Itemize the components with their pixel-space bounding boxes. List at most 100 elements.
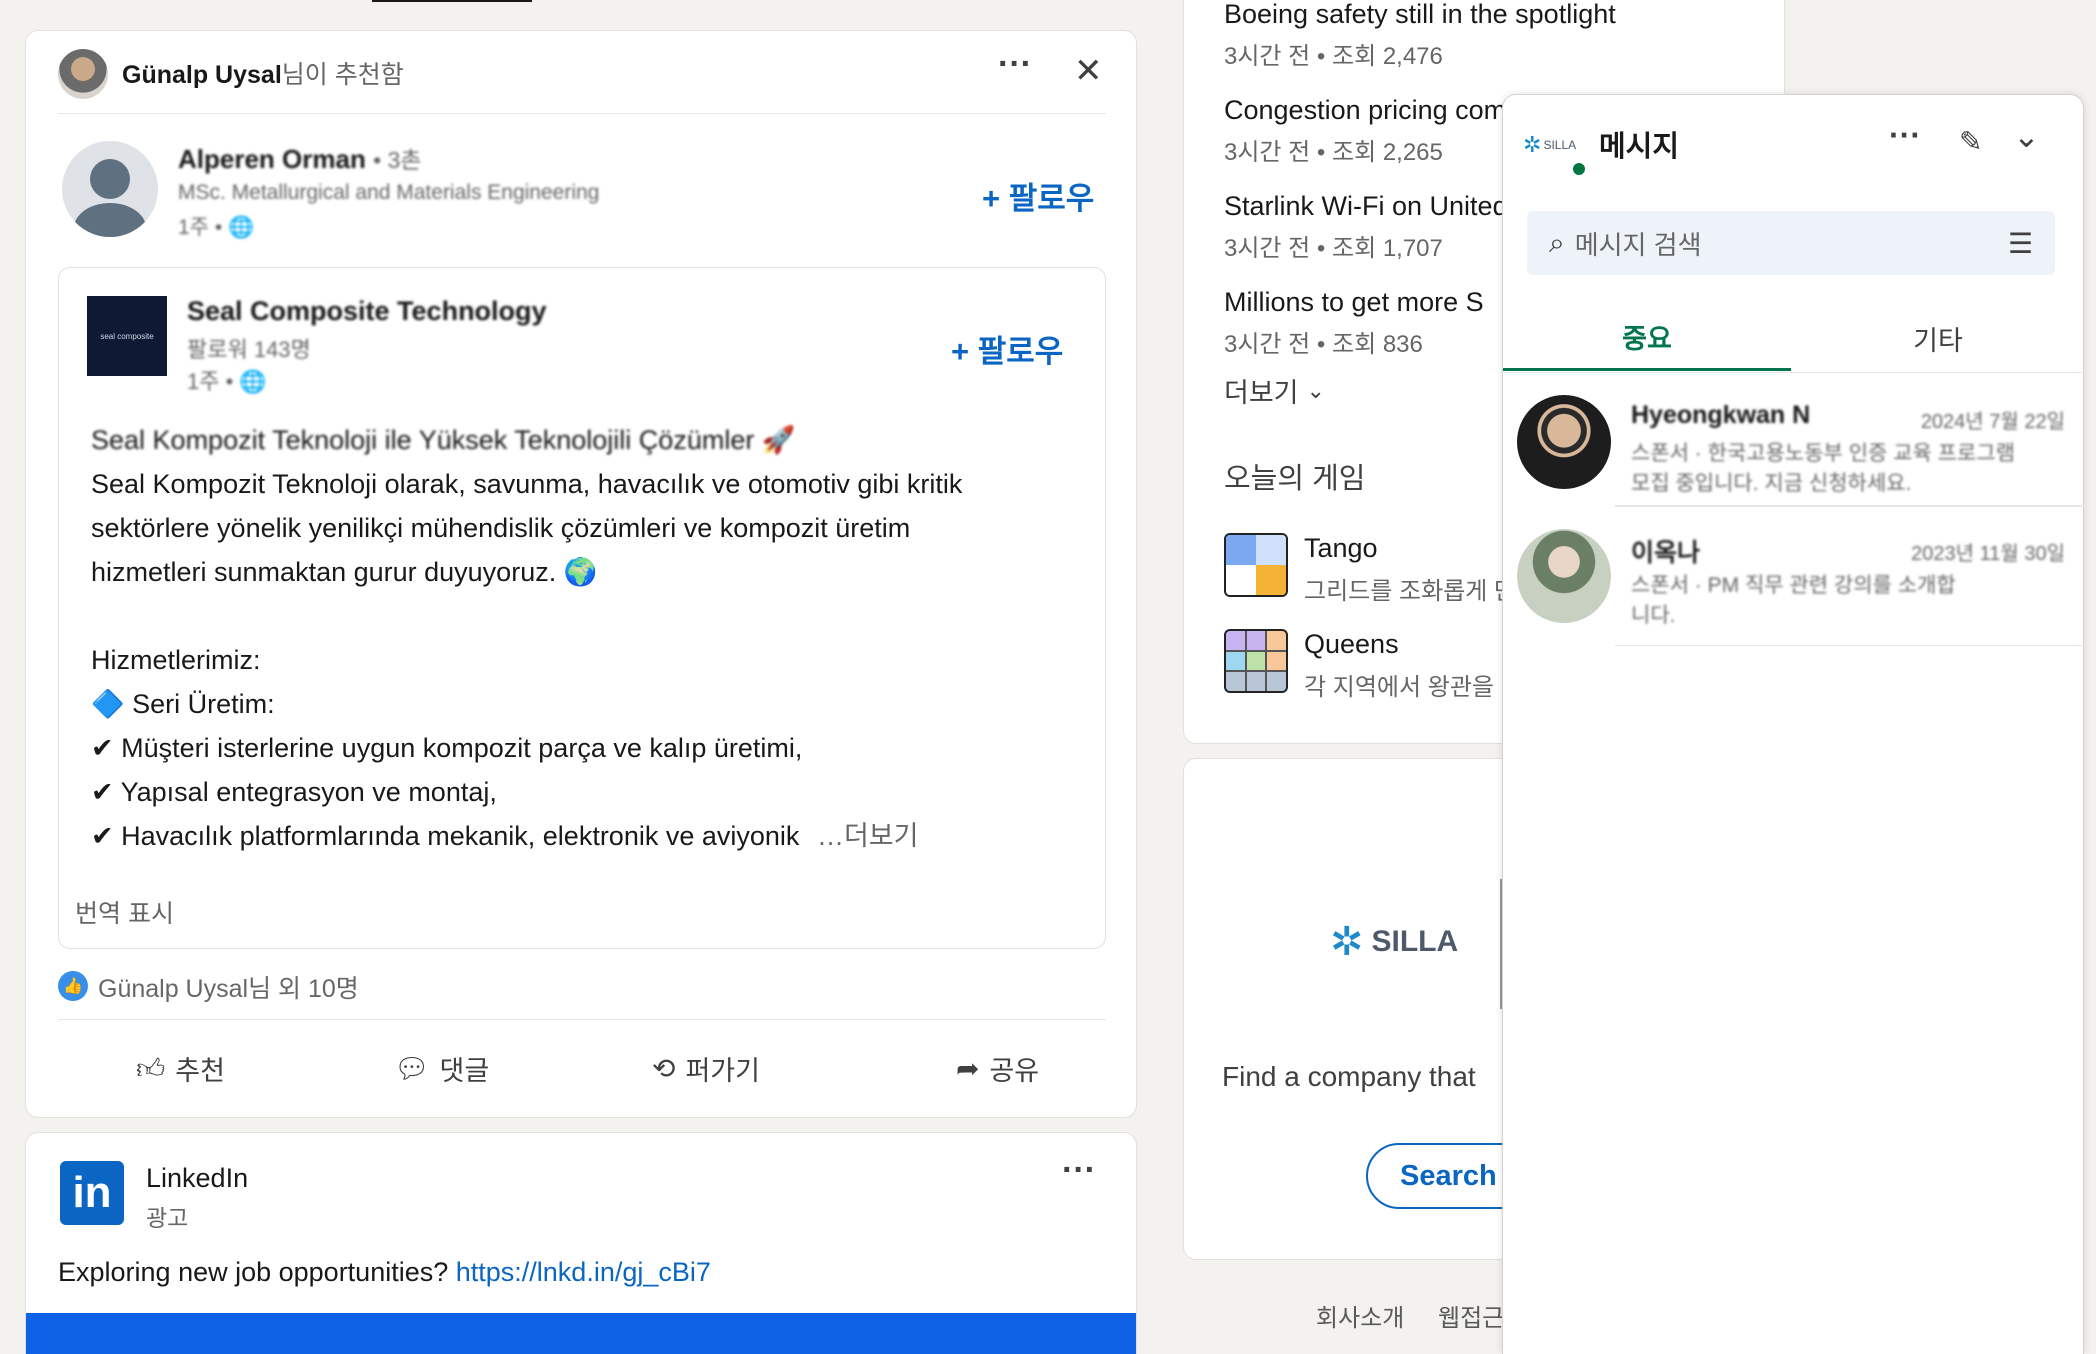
like-reaction-icon: 👍 [58, 971, 88, 1001]
company-name[interactable]: Seal Composite Technology [187, 296, 547, 327]
search-icon: ⌕ [1549, 226, 1565, 258]
compose-icon[interactable]: ✎ [1959, 125, 1982, 158]
game-name: Queens [1304, 629, 1399, 659]
repost-button[interactable]: ⟲ 퍼가기 [652, 1049, 760, 1088]
more-options-icon[interactable]: ··· [1062, 1151, 1096, 1190]
post-line: ✔ Müşteri isterlerine uygun kompozit par… [91, 733, 803, 763]
follow-author-button[interactable]: + 팔로우 [982, 173, 1094, 218]
like-label: 추천 [175, 1056, 225, 1086]
more-options-icon[interactable]: ··· [998, 45, 1032, 84]
conversation-date: 2023년 11월 30일 [1911, 543, 2065, 565]
post-line: Seal Kompozit Teknoloji ile Yüksek Tekno… [91, 425, 796, 455]
shared-post: seal composite Seal Composite Technology… [58, 267, 1106, 949]
thumbs-up-icon: 👍︎ [136, 1052, 166, 1084]
games-title: 오늘의 게임 [1224, 463, 1366, 495]
conversation-preview: 스폰서 · 한국고용노동부 인증 교육 프로그램 [1631, 442, 2015, 465]
conversation-name: Hyeongkwan N [1631, 401, 1811, 429]
company-logo-text: seal composite [100, 331, 154, 341]
conversation-preview: 니다. [1631, 604, 1676, 627]
conversation-preview: 스폰서 · PM 직무 관련 강의를 소개합 [1631, 574, 1956, 597]
post-line: ✔ Yapısal entegrasyon ve montaj, [91, 777, 497, 807]
see-more-link[interactable]: …더보기 [817, 821, 919, 851]
feed-post-card: Günalp Uysal님이 추천함 ··· ✕ Alperen Orman •… [25, 30, 1137, 1118]
message-search-input[interactable]: ⌕ 메시지 검색 ☰ [1527, 211, 2055, 275]
promo-logo-text: SILLA [1371, 925, 1459, 958]
tab-other[interactable]: 기타 [1791, 305, 2085, 371]
conversation-preview: 모집 중입니다. 지금 신청하세요. [1631, 472, 1912, 495]
tango-icon [1224, 533, 1288, 597]
repost-icon: ⟲ [652, 1053, 676, 1084]
game-desc: 각 지역에서 왕관을 [1304, 674, 1494, 701]
conversation-date: 2024년 7월 22일 [1920, 411, 2065, 433]
comment-button[interactable]: 💬︎ 댓글 [394, 1049, 489, 1088]
conversation-item[interactable]: 이옥나 2023년 11월 30일 스폰서 · PM 직무 관련 강의를 소개합… [1503, 509, 2085, 633]
close-icon[interactable]: ✕ [1074, 51, 1103, 91]
share-button[interactable]: ➦ 공유 [956, 1049, 1039, 1088]
news-more-label: 더보기 [1224, 378, 1299, 408]
promo-search-label: Search [1400, 1159, 1497, 1192]
author-name[interactable]: Alperen Orman [178, 144, 366, 174]
news-title: Boeing safety still in the spotlight [1224, 0, 1616, 29]
divider [58, 113, 1106, 114]
post-line [91, 594, 1081, 638]
tab-focused[interactable]: 중요 [1503, 305, 1791, 371]
repost-label: 퍼가기 [685, 1056, 760, 1086]
share-icon: ➦ [956, 1053, 980, 1084]
author-degree: • 3촌 [373, 147, 422, 173]
comment-label: 댓글 [439, 1056, 490, 1086]
author-headline: MSc. Metallurgical and Materials Enginee… [178, 181, 600, 204]
footer-about-link[interactable]: 회사소개 [1316, 1298, 1404, 1333]
recommendation-line: Günalp Uysal님이 추천함 [122, 55, 404, 91]
divider [58, 1019, 1106, 1020]
chevron-down-icon: ⌄ [1306, 377, 1325, 403]
messaging-avatar[interactable]: ✲ SILLA [1523, 125, 1587, 165]
recommender-avatar[interactable] [58, 49, 108, 99]
follow-company-button[interactable]: + 팔로우 [951, 326, 1063, 371]
recommender-name[interactable]: Günalp Uysal [122, 61, 282, 89]
tab-indicator [372, 0, 532, 2]
promo-logo[interactable]: ✲ SILLA [1330, 919, 1458, 965]
tab-focused-label: 중요 [1622, 324, 1672, 354]
tab-other-label: 기타 [1913, 325, 1963, 356]
linkedin-logo[interactable]: in [60, 1161, 124, 1225]
messaging-title[interactable]: 메시지 [1599, 123, 1679, 165]
news-meta: 3시간 전 • 조회 2,476 [1224, 43, 1443, 70]
news-more-button[interactable]: 더보기 ⌄ [1224, 371, 1325, 410]
like-button[interactable]: 👍︎ 추천 [136, 1049, 225, 1088]
silla-logo-icon: ✲ [1523, 132, 1542, 157]
ad-text: Exploring new job opportunities? [58, 1257, 456, 1287]
author-time: 1주 • 🌐 [178, 216, 255, 239]
post-line: hizmetleri sunmaktan gurur duyuyoruz. 🌍 [91, 557, 598, 587]
ad-post-card: in LinkedIn 광고 ··· Exploring new job opp… [25, 1132, 1137, 1354]
more-options-icon[interactable]: ··· [1889, 117, 1921, 154]
ad-name[interactable]: LinkedIn [146, 1163, 248, 1194]
ad-image[interactable] [26, 1313, 1136, 1354]
comment-icon: 💬︎ [394, 1053, 430, 1084]
post-line: sektörlere yönelik yenilikçi mühendislik… [91, 513, 911, 543]
share-label: 공유 [989, 1056, 1040, 1086]
author-avatar[interactable] [62, 141, 158, 237]
news-item[interactable]: Boeing safety still in the spotlight 3시간… [1224, 0, 1784, 95]
footer-accessibility-link[interactable]: 웹접근 [1438, 1298, 1504, 1333]
silla-logo-icon: ✲ [1330, 920, 1364, 964]
divider [1503, 372, 2085, 373]
recommendation-suffix: 님이 추천함 [281, 61, 404, 89]
company-logo[interactable]: seal composite [87, 296, 167, 376]
ad-text-line: Exploring new job opportunities? https:/… [58, 1257, 711, 1288]
messaging-panel: ✲ SILLA 메시지 ··· ✎ ⌄ ⌕ 메시지 검색 ☰ 중요 기타 Hye… [1502, 94, 2085, 1354]
post-line-last: ✔ Havacılık platformlarında mekanik, ele… [91, 814, 1081, 858]
reactions-count[interactable]: Günalp Uysal님 외 10명 [98, 969, 359, 1005]
game-name: Tango [1304, 533, 1378, 563]
divider [1615, 505, 2085, 507]
filter-icon[interactable]: ☰ [2008, 227, 2033, 260]
company-followers: 팔로워 143명 [187, 337, 311, 362]
search-placeholder: 메시지 검색 [1574, 229, 1702, 260]
company-time: 1주 • 🌐 [187, 369, 267, 394]
chevron-down-icon[interactable]: ⌄ [2013, 117, 2040, 155]
game-desc: 그리드를 조화롭게 만 [1304, 578, 1517, 605]
conversation-item[interactable]: Hyeongkwan N 2024년 7월 22일 스폰서 · 한국고용노동부 … [1503, 377, 2085, 501]
translate-link[interactable]: 번역 표시 [75, 894, 174, 930]
post-line: Seal Kompozit Teknoloji olarak, savunma,… [91, 469, 963, 499]
post-line: Hizmetlerimiz: [91, 645, 261, 675]
ad-link[interactable]: https://lnkd.in/gj_cBi7 [456, 1257, 711, 1287]
